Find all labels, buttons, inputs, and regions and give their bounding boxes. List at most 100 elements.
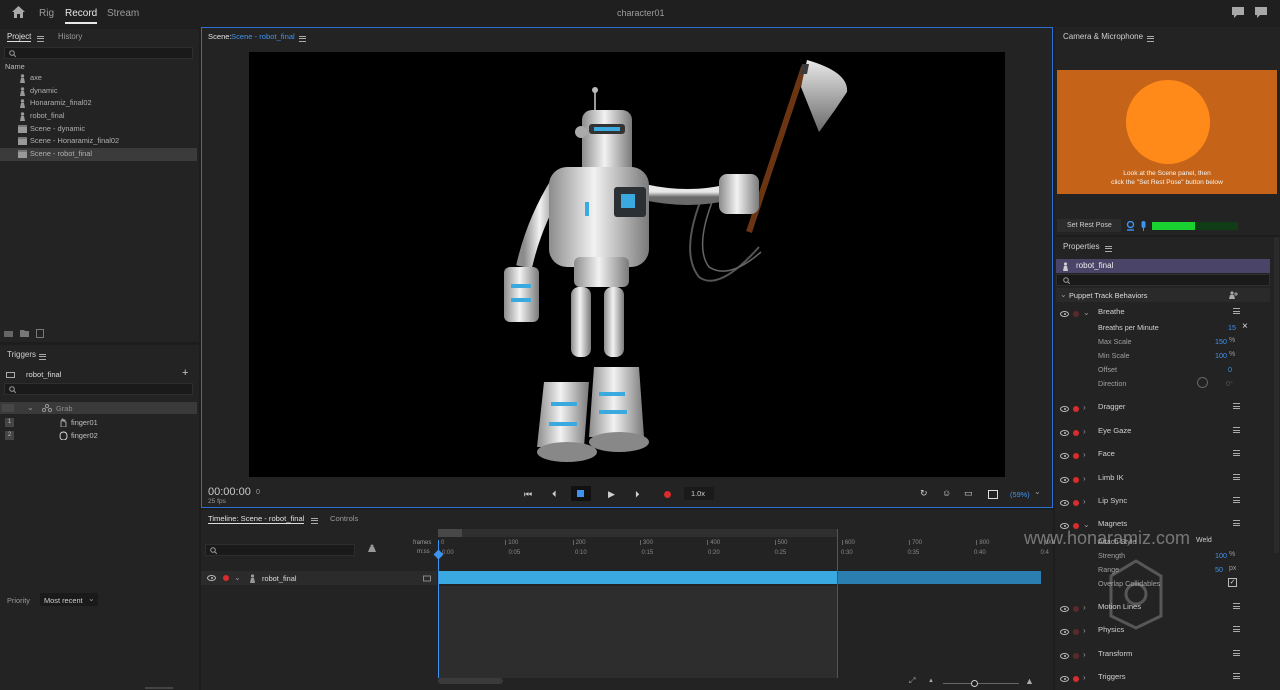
speed-field[interactable]: 1.0x xyxy=(684,487,714,500)
scene-stage[interactable] xyxy=(249,52,1005,477)
visibility-eye-icon[interactable] xyxy=(1060,606,1069,612)
chevron-right-icon[interactable]: › xyxy=(1083,603,1086,612)
project-list-item[interactable]: robot_final xyxy=(0,110,197,123)
visibility-eye-icon[interactable] xyxy=(1060,453,1069,459)
menu-icon[interactable] xyxy=(37,35,44,42)
track-options-icon[interactable] xyxy=(423,574,431,582)
menu-stream[interactable]: Stream xyxy=(107,8,139,19)
tab-controls[interactable]: Controls xyxy=(330,514,358,523)
zoom-out-icon[interactable]: ▲ xyxy=(928,678,934,684)
behavior-row[interactable]: › Triggers xyxy=(1056,668,1246,690)
timeline-search-input[interactable] xyxy=(205,544,355,556)
menu-icon[interactable] xyxy=(39,353,46,360)
play-icon[interactable]: ▶ xyxy=(608,489,615,500)
chevron-right-icon[interactable]: › xyxy=(1083,673,1086,682)
webcam-icon[interactable] xyxy=(1126,221,1135,231)
zoom-value[interactable]: (59%) xyxy=(1010,490,1030,499)
record-arm-icon[interactable] xyxy=(1073,477,1079,483)
safe-area-icon[interactable] xyxy=(988,490,998,499)
visibility-eye-icon[interactable] xyxy=(1060,406,1069,412)
record-arm-icon[interactable] xyxy=(1073,453,1079,459)
visibility-eye-icon[interactable] xyxy=(1060,676,1069,682)
set-rest-pose-button[interactable]: Set Rest Pose xyxy=(1057,219,1121,232)
behavior-row[interactable]: › Face xyxy=(1056,445,1246,467)
record-button[interactable] xyxy=(664,491,671,498)
fit-icon[interactable]: ⤢ xyxy=(909,676,915,686)
chevron-down-icon[interactable]: ⌄ xyxy=(1060,290,1067,299)
behavior-row[interactable]: › Transform xyxy=(1056,645,1246,667)
record-arm-icon[interactable] xyxy=(1073,676,1079,682)
behavior-menu-icon[interactable] xyxy=(1233,403,1240,409)
behavior-menu-icon[interactable] xyxy=(1233,673,1240,679)
folder-icon[interactable] xyxy=(20,329,29,337)
tab-timeline[interactable]: Timeline: Scene - robot_final xyxy=(208,514,305,524)
menu-rig[interactable]: Rig xyxy=(39,8,54,19)
zoom-slider[interactable] xyxy=(943,683,1019,684)
project-list-item[interactable]: Scene - robot_final xyxy=(0,148,197,161)
behaviors-section-header[interactable]: ⌄ Puppet Track Behaviors xyxy=(1056,288,1270,302)
menu-icon[interactable] xyxy=(299,35,306,42)
behavior-menu-icon[interactable] xyxy=(1233,520,1240,526)
add-trigger-icon[interactable]: + xyxy=(182,367,188,379)
chevron-right-icon[interactable]: › xyxy=(1083,427,1086,436)
behavior-menu-icon[interactable] xyxy=(1233,497,1240,503)
trigger-group-row[interactable]: ⌄ Grab xyxy=(0,402,197,414)
work-area-handle[interactable] xyxy=(438,529,462,537)
chevron-right-icon[interactable]: › xyxy=(1083,650,1086,659)
chevron-right-icon[interactable]: › xyxy=(1083,450,1086,459)
menu-icon[interactable] xyxy=(311,517,318,524)
refresh-icon[interactable]: ↻ xyxy=(920,488,928,499)
behavior-row[interactable]: › Eye Gaze xyxy=(1056,422,1246,444)
stop-button[interactable] xyxy=(571,486,591,501)
record-arm-icon[interactable] xyxy=(1073,430,1079,436)
zoom-slider-thumb[interactable] xyxy=(971,680,978,687)
project-search-input[interactable] xyxy=(4,47,193,59)
menu-icon[interactable] xyxy=(1147,35,1154,42)
record-arm-icon[interactable] xyxy=(1073,653,1079,659)
behavior-menu-icon[interactable] xyxy=(1233,450,1240,456)
record-arm-icon[interactable] xyxy=(1073,311,1079,317)
step-back-icon[interactable]: ⏴ xyxy=(552,489,557,500)
new-bin-icon[interactable] xyxy=(4,329,13,337)
behavior-menu-icon[interactable] xyxy=(1233,650,1240,656)
zoom-in-icon[interactable]: ▲ xyxy=(1025,676,1034,686)
project-list-item[interactable]: dynamic xyxy=(0,85,197,98)
chevron-right-icon[interactable]: › xyxy=(1083,403,1086,412)
playhead[interactable] xyxy=(438,540,439,678)
project-list-item[interactable]: Honaramiz_final02 xyxy=(0,97,197,110)
menu-record[interactable]: Record xyxy=(65,8,98,24)
behavior-menu-icon[interactable] xyxy=(1233,427,1240,433)
visibility-eye-icon[interactable] xyxy=(1060,430,1069,436)
time-ruler[interactable]: 010020030040050060070080090010000:000:05… xyxy=(438,538,1127,560)
behavior-menu-icon[interactable] xyxy=(1233,474,1240,480)
home-icon[interactable] xyxy=(12,6,25,18)
tab-project[interactable]: Project xyxy=(7,32,32,42)
behavior-menu-icon[interactable] xyxy=(1233,603,1240,609)
chevron-right-icon[interactable]: › xyxy=(1083,626,1086,635)
time-display[interactable]: 00:00:00 xyxy=(208,486,251,498)
chevron-down-icon[interactable]: ⌄ xyxy=(1083,308,1090,317)
visibility-eye-icon[interactable] xyxy=(1060,311,1069,317)
tab-history[interactable]: History xyxy=(58,32,82,41)
project-list-item[interactable]: Scene - Honaramiz_final02 xyxy=(0,135,197,148)
monitor-icon[interactable]: ▭ xyxy=(964,488,973,499)
chevron-down-icon[interactable]: ⌄ xyxy=(1034,487,1041,496)
microphone-icon[interactable] xyxy=(1140,221,1147,231)
step-forward-icon[interactable]: ⏵ xyxy=(635,489,640,500)
behavior-menu-icon[interactable] xyxy=(1233,308,1240,314)
behavior-row[interactable]: › Dragger xyxy=(1056,398,1246,420)
visibility-eye-icon[interactable] xyxy=(1060,653,1069,659)
chevron-down-icon[interactable]: ⌄ xyxy=(27,403,34,412)
vertical-scrollbar[interactable] xyxy=(1274,237,1279,553)
behavior-menu-icon[interactable] xyxy=(1233,626,1240,632)
horizontal-scrollbar[interactable] xyxy=(438,678,503,684)
trigger-row[interactable]: 2 finger02 xyxy=(0,430,197,442)
behavior-row[interactable]: › Lip Sync xyxy=(1056,492,1246,514)
record-arm-icon[interactable] xyxy=(1073,629,1079,635)
record-arm-icon[interactable] xyxy=(1073,500,1079,506)
resize-handle[interactable] xyxy=(145,687,173,689)
record-arm-icon[interactable] xyxy=(1073,606,1079,612)
new-item-icon[interactable] xyxy=(36,329,44,338)
behavior-row[interactable]: ⌄ Breathe xyxy=(1056,303,1246,325)
chevron-right-icon[interactable]: › xyxy=(1083,497,1086,506)
